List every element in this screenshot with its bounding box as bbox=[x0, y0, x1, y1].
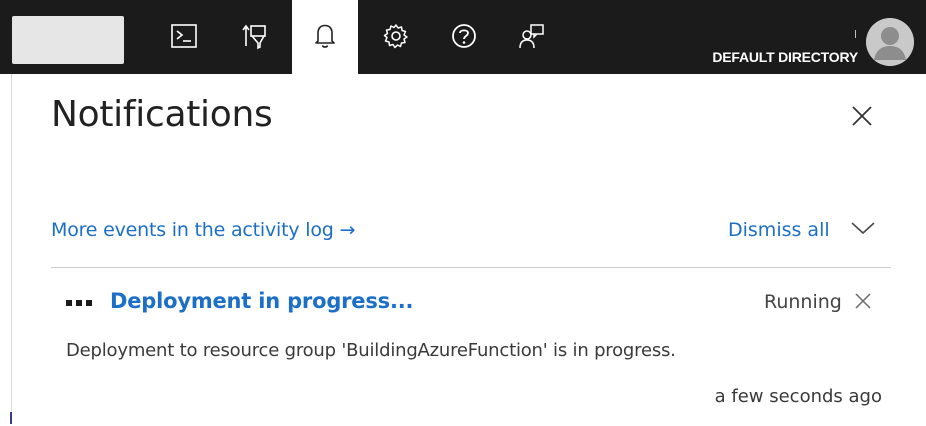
search-box[interactable] bbox=[12, 16, 124, 64]
notification-title[interactable]: Deployment in progress... bbox=[110, 289, 413, 313]
panel-title: Notifications bbox=[51, 94, 273, 135]
left-edge-marker bbox=[10, 412, 12, 424]
directory-filter-icon[interactable] bbox=[234, 14, 274, 58]
dismiss-notification-button[interactable] bbox=[850, 290, 876, 316]
notification-time: a few seconds ago bbox=[714, 386, 882, 407]
divider bbox=[51, 267, 891, 268]
settings-icon[interactable] bbox=[376, 14, 416, 58]
close-icon bbox=[854, 292, 872, 314]
notifications-icon bbox=[313, 22, 337, 54]
notifications-button[interactable] bbox=[292, 0, 358, 76]
close-icon bbox=[851, 105, 873, 131]
feedback-icon[interactable] bbox=[512, 14, 552, 58]
close-panel-button[interactable] bbox=[844, 100, 880, 136]
cloud-shell-icon[interactable] bbox=[164, 14, 204, 58]
help-icon[interactable] bbox=[444, 14, 484, 58]
dismiss-all-button[interactable]: Dismiss all bbox=[728, 219, 830, 241]
top-bar: DEFAULT DIRECTORY bbox=[0, 0, 926, 76]
directory-label[interactable]: DEFAULT DIRECTORY bbox=[658, 49, 858, 65]
chevron-down-icon bbox=[850, 220, 876, 240]
collapse-chevron[interactable] bbox=[848, 218, 878, 242]
notification-description: Deployment to resource group 'BuildingAz… bbox=[66, 340, 676, 361]
activity-log-link[interactable]: More events in the activity log → bbox=[51, 219, 355, 241]
avatar[interactable] bbox=[866, 18, 914, 66]
notification-status: Running bbox=[764, 291, 842, 313]
directory-divider bbox=[855, 30, 856, 38]
left-panel-edge bbox=[11, 74, 12, 424]
in-progress-icon bbox=[66, 300, 96, 308]
